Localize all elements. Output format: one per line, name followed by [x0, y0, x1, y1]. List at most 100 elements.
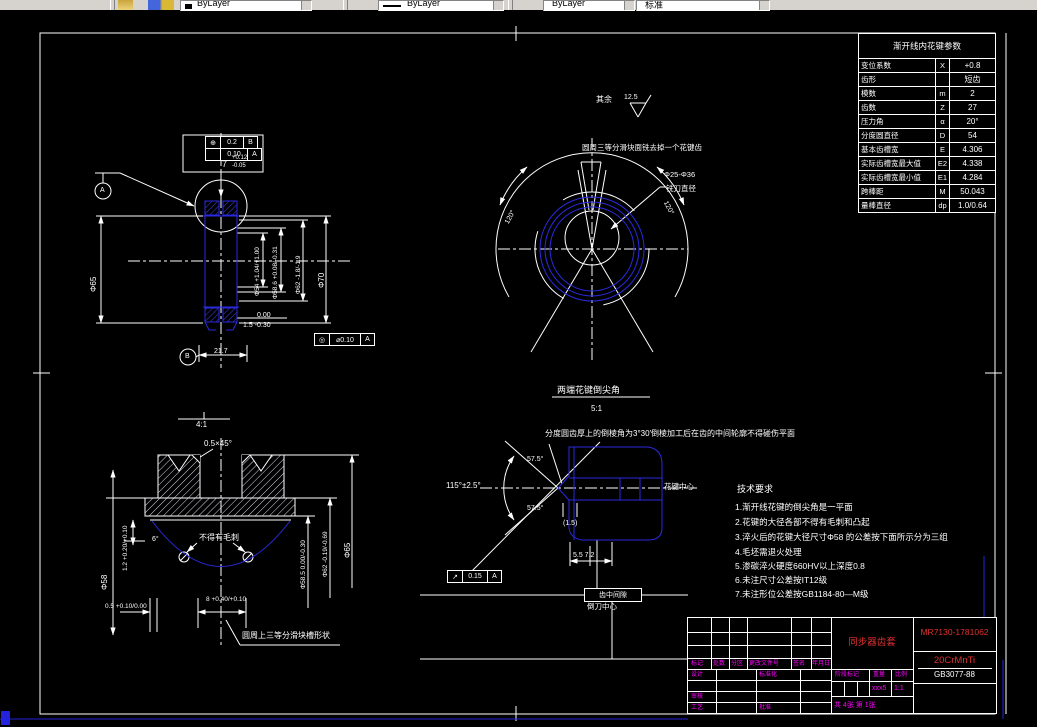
param-symbol: E	[936, 143, 950, 156]
rev-header-mark: 标记	[691, 661, 704, 667]
param-symbol: M	[936, 185, 950, 198]
role-design: 设计	[691, 672, 704, 678]
table-row: 量棒直径 dp 1.0/0.64	[859, 199, 995, 212]
surface-roughness-value: 12.5	[624, 94, 638, 101]
detail41-chamfer: 0.5×45°	[204, 439, 232, 448]
datum-b-label: B	[185, 353, 190, 360]
param-label: 基本齿槽宽	[859, 143, 936, 156]
gdt-concentricity-icon: ◎	[314, 333, 330, 346]
param-label: 模数	[859, 87, 936, 100]
dim-dia586: Φ58.6 +0.08/-0.31	[272, 246, 279, 299]
detail51-angle-dn: 57.5°	[527, 505, 544, 512]
table-row: 变位系数 X +0.8	[859, 59, 995, 73]
param-label: 齿形	[859, 73, 936, 86]
spline-table-title: 渐开线内花键参数	[859, 34, 995, 59]
datum-a-label: A	[100, 187, 105, 194]
tech-req-title: 技术要求	[737, 484, 774, 494]
lineweight-control-value: ByLayer	[552, 0, 586, 8]
surface-rest-label: 其余	[596, 95, 612, 104]
detail41-scale: 4:1	[196, 420, 208, 429]
part-name: 同步器齿套	[848, 637, 896, 648]
param-symbol: α	[936, 115, 950, 128]
tech-req-line: 5.渗碳淬火硬度660HV以上深度0.8	[735, 561, 865, 571]
dim-dia70: Φ70	[317, 272, 326, 288]
detail51-boxed-label: 齿中间隙	[584, 588, 642, 602]
param-label: 实际齿槽宽最小值	[859, 171, 936, 184]
table-row: 齿数 Z 27	[859, 101, 995, 115]
table-row: 基本齿槽宽 E 4.306	[859, 143, 995, 157]
param-symbol: E1	[936, 171, 950, 184]
linetype-control-value: ByLayer	[407, 0, 441, 8]
param-label: 量棒直径	[859, 199, 936, 212]
toolbar-grip[interactable]	[110, 0, 115, 10]
rev-header-zone: 分区	[731, 661, 744, 667]
table-row: 实际齿槽宽最小值 E1 4.284	[859, 171, 995, 185]
chevron-down-icon[interactable]	[624, 1, 634, 10]
detail41-no-burr-note: 不得有毛刺	[199, 533, 239, 542]
param-value: 4.338	[962, 159, 983, 168]
param-value: 4.306	[962, 145, 983, 154]
dim-tol-000: 0.00	[257, 312, 271, 319]
dim-dia65: Φ65	[89, 276, 98, 292]
role-standardize: 标准化	[759, 672, 778, 678]
gdt-datum: A	[248, 148, 262, 161]
param-label: 变位系数	[859, 59, 936, 72]
param-symbol: m	[936, 87, 950, 100]
table-row: 齿形 短齿	[859, 73, 995, 87]
dim-dia54: Φ54 +1.04/+1.00	[254, 247, 261, 296]
rev-header-signature: 签名	[793, 661, 806, 667]
gdt-tolerance: 0.15	[463, 570, 488, 583]
param-value: 4.284	[962, 173, 983, 182]
param-label: 跨棒距	[859, 185, 936, 198]
toolbar-icon-match-properties[interactable]	[118, 0, 133, 10]
rev-header-docno: 更改文件号	[749, 661, 780, 667]
color-control-value: ByLayer	[197, 0, 231, 8]
param-value: 54	[968, 131, 977, 140]
tech-req-line: 7.未注形位公差按GB1184-80—M级	[735, 589, 869, 599]
color-swatch	[185, 4, 192, 9]
table-row: 分度圆直径 D 54	[859, 129, 995, 143]
table-row: 实际齿槽宽最大值 E2 4.338	[859, 157, 995, 171]
detail51-note: 分度圆齿厚上的倒棱角为3°30′倒棱加工后在齿的中间轮廓不得碰伤平面	[545, 429, 796, 438]
dim-21p7: 21.7	[214, 348, 228, 355]
gdt-tolerance: ⌀0.10	[330, 333, 361, 346]
end-view-dimensions	[495, 94, 689, 362]
detail51-dim5572: 5.5 7.2	[573, 552, 595, 559]
rev-header-date: 年月日	[812, 661, 831, 667]
param-value: 50.043	[960, 187, 985, 196]
detail51-angle-total: 115°±2.5°	[446, 481, 481, 490]
param-symbol: D	[936, 129, 950, 142]
table-row: 模数 m 2	[859, 87, 995, 101]
chevron-down-icon[interactable]	[759, 1, 769, 10]
chevron-down-icon[interactable]	[301, 1, 311, 10]
cutter-diameter-label: 铣刀直径	[666, 184, 696, 193]
detail41-angle: 6°	[152, 536, 159, 543]
role-process: 工艺	[691, 705, 704, 711]
toolbar-icon-layers[interactable]	[148, 0, 174, 10]
detail51-angle-up: 57.5°	[527, 456, 544, 463]
dim-width-nominal: 7	[222, 159, 228, 169]
param-value: 27	[968, 103, 977, 112]
detail51-scale: 5:1	[591, 404, 603, 413]
material-spec: 20CrMnTi	[933, 655, 976, 666]
tech-req-line: 1.渐开线花键的倒尖角是一平面	[735, 502, 853, 512]
param-symbol: X	[936, 59, 950, 72]
toolbar-grip[interactable]	[343, 0, 348, 10]
detail41-dim05: 0.5 +0.10/0.00	[105, 603, 147, 610]
tech-req-line: 6.未注尺寸公差按IT12级	[735, 575, 828, 585]
gdt-symbol-cell	[205, 148, 221, 161]
detail51-title: 两端花键倒尖角	[557, 385, 621, 395]
detail51-spline-center: 花键中心	[664, 482, 694, 491]
table-row: 跨棒距 M 50.043	[859, 185, 995, 199]
spline-parameter-table: 渐开线内花键参数 变位系数 X +0.8 齿形 短齿 模数 m 2 齿数 Z 2…	[858, 33, 996, 213]
detail41-dia62: Φ62 -0.19/-0.69	[322, 531, 329, 577]
drawing-number: MR7130-1781062	[920, 627, 989, 637]
detail41-note: 圆周上三等分滑块槽形状	[242, 631, 330, 640]
dim-width-tol-up: +0.12	[232, 155, 248, 161]
chevron-down-icon[interactable]	[493, 1, 503, 10]
gdt-datum: A	[361, 333, 375, 346]
tech-req-line: 2.花键的大径各部不得有毛刺和凸起	[735, 517, 870, 527]
param-label: 实际齿槽宽最大值	[859, 157, 936, 170]
gdt-runout-icon: ↗	[447, 570, 463, 583]
param-value: +0.8	[964, 61, 981, 70]
